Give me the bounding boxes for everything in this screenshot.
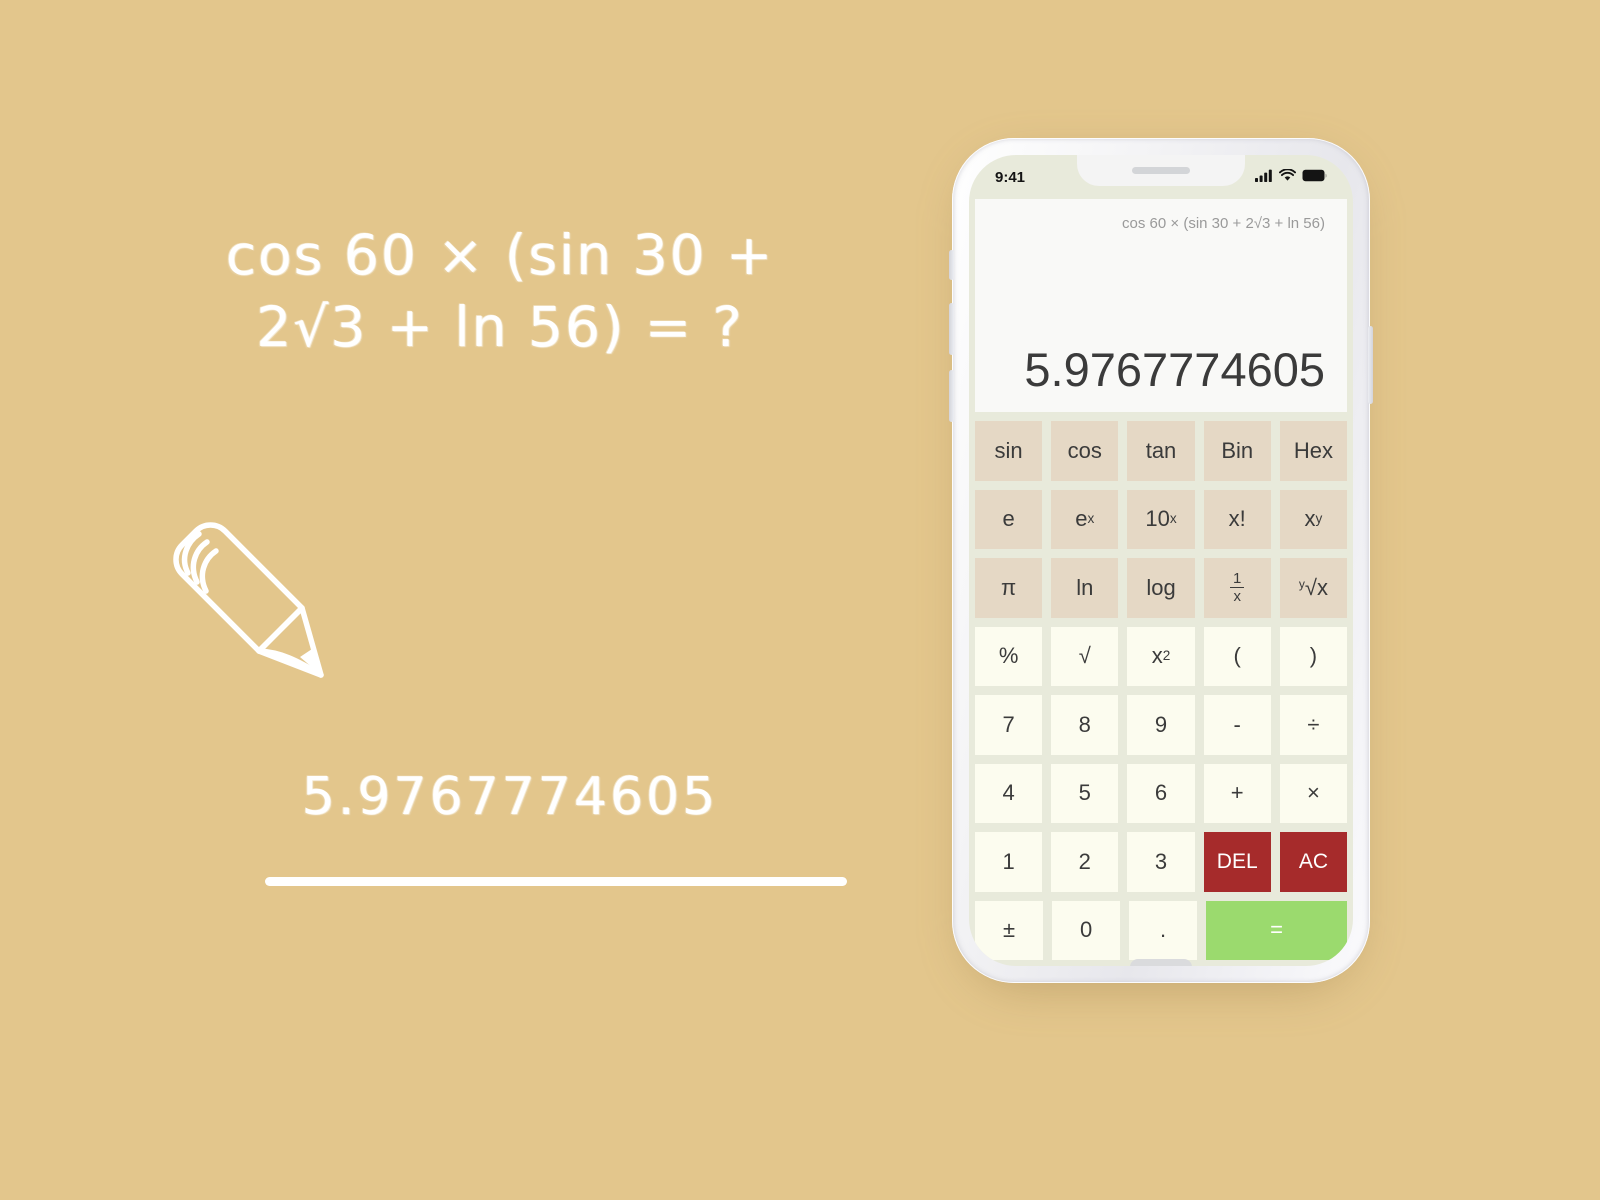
keypad-row: π ln log 1 x y √x <box>975 558 1348 618</box>
cellular-signal-icon <box>1255 169 1273 186</box>
keypad-row: 4 5 6 + × <box>975 763 1348 823</box>
key-minus[interactable]: - <box>1203 695 1271 755</box>
key-digit-0[interactable]: 0 <box>1052 900 1121 960</box>
volume-down-button[interactable] <box>949 370 954 422</box>
power-button[interactable] <box>1368 326 1373 404</box>
battery-icon <box>1302 169 1327 186</box>
key-multiply[interactable]: × <box>1279 763 1348 823</box>
equation-line-2: 2√3 + ln 56) = ? <box>256 295 744 359</box>
status-bar-time: 9:41 <box>995 168 1026 186</box>
equation-line-1: cos 60 × (sin 30 + <box>225 223 775 287</box>
key-close-paren[interactable]: ) <box>1279 626 1348 686</box>
key-square-root[interactable]: √ <box>1051 626 1119 686</box>
calculator-display: cos 60 × (sin 30 + 2√3 + ln 56) 5.976777… <box>975 199 1347 412</box>
key-base: x <box>1151 643 1163 669</box>
fraction-denominator: x <box>1233 588 1241 606</box>
pencil-icon <box>150 500 350 700</box>
key-log[interactable]: log <box>1127 558 1195 618</box>
key-digit-2[interactable]: 2 <box>1051 832 1119 892</box>
key-digit-3[interactable]: 3 <box>1127 832 1195 892</box>
key-tan[interactable]: tan <box>1127 421 1195 481</box>
key-factorial[interactable]: x! <box>1203 489 1271 549</box>
key-all-clear[interactable]: AC <box>1279 832 1348 892</box>
key-base: 10 <box>1145 506 1170 532</box>
keypad-row: 1 2 3 DEL AC <box>975 832 1348 892</box>
key-e-power-x[interactable]: ex <box>1051 489 1119 549</box>
key-cos[interactable]: cos <box>1051 421 1119 481</box>
key-x-squared[interactable]: x2 <box>1127 626 1195 686</box>
wifi-icon <box>1278 167 1297 186</box>
keypad-row: sin cos tan Bin Hex <box>975 421 1348 481</box>
key-digit-8[interactable]: 8 <box>1051 695 1119 755</box>
key-hex[interactable]: Hex <box>1279 421 1348 481</box>
key-digit-1[interactable]: 1 <box>975 832 1043 892</box>
key-percent[interactable]: % <box>975 626 1043 686</box>
answer-underline <box>265 877 847 886</box>
key-delete[interactable]: DEL <box>1203 832 1271 892</box>
fraction-numerator: 1 <box>1230 570 1245 589</box>
phone-bottom-notch <box>1130 959 1192 966</box>
key-e[interactable]: e <box>975 489 1043 549</box>
status-bar: 9:41 <box>969 155 1353 199</box>
phone-mockup: 9:41 cos 60 × (sin 30 + 2√3 + ln 56) 5.9… <box>949 138 1373 989</box>
key-open-paren[interactable]: ( <box>1203 626 1271 686</box>
result-text: 5.9767774605 <box>1024 342 1325 396</box>
key-reciprocal[interactable]: 1 x <box>1203 558 1271 618</box>
key-base: e <box>1075 506 1088 532</box>
key-pi[interactable]: π <box>975 558 1043 618</box>
key-equals[interactable]: = <box>1206 900 1347 960</box>
handwritten-answer: 5.9767774605 <box>301 767 719 827</box>
key-bin[interactable]: Bin <box>1203 421 1271 481</box>
key-plus-minus[interactable]: ± <box>975 900 1044 960</box>
key-digit-9[interactable]: 9 <box>1127 695 1195 755</box>
keypad-row: ± 0 . = <box>975 900 1347 960</box>
volume-up-button[interactable] <box>949 303 954 355</box>
keypad-row: e ex 10 x x! xy <box>975 489 1348 549</box>
expression-text: cos 60 × (sin 30 + 2√3 + ln 56) <box>1122 215 1325 232</box>
calculator-keypad: sin cos tan Bin Hex e ex 10 x x! xy π ln… <box>975 412 1348 960</box>
key-nth-root[interactable]: y √x <box>1279 558 1348 618</box>
key-divide[interactable]: ÷ <box>1279 695 1348 755</box>
chalkboard-panel: cos 60 × (sin 30 + 2√3 + ln 56) = ? 5.97… <box>0 0 940 1200</box>
key-digit-5[interactable]: 5 <box>1051 763 1119 823</box>
key-x-power-y[interactable]: xy <box>1279 489 1348 549</box>
key-sin[interactable]: sin <box>975 421 1043 481</box>
key-plus[interactable]: + <box>1203 763 1271 823</box>
key-digit-6[interactable]: 6 <box>1127 763 1195 823</box>
nth-root-glyph: y √x <box>1299 574 1328 600</box>
key-ten-power-x[interactable]: 10 x <box>1127 489 1195 549</box>
key-decimal-point[interactable]: . <box>1129 900 1198 960</box>
status-bar-indicators <box>1255 167 1327 186</box>
keypad-row: 7 8 9 - ÷ <box>975 695 1348 755</box>
root-radicand: √x <box>1304 574 1328 600</box>
key-ln[interactable]: ln <box>1051 558 1119 618</box>
phone-screen: 9:41 cos 60 × (sin 30 + 2√3 + ln 56) 5.9… <box>969 155 1353 966</box>
key-digit-7[interactable]: 7 <box>975 695 1043 755</box>
fraction: 1 x <box>1230 570 1245 606</box>
key-digit-4[interactable]: 4 <box>975 763 1043 823</box>
key-base: x <box>1304 506 1316 532</box>
mute-switch-button[interactable] <box>949 250 954 280</box>
calculator-app: cos 60 × (sin 30 + 2√3 + ln 56) 5.976777… <box>969 199 1353 966</box>
keypad-row: % √ x2 ( ) <box>975 626 1348 686</box>
